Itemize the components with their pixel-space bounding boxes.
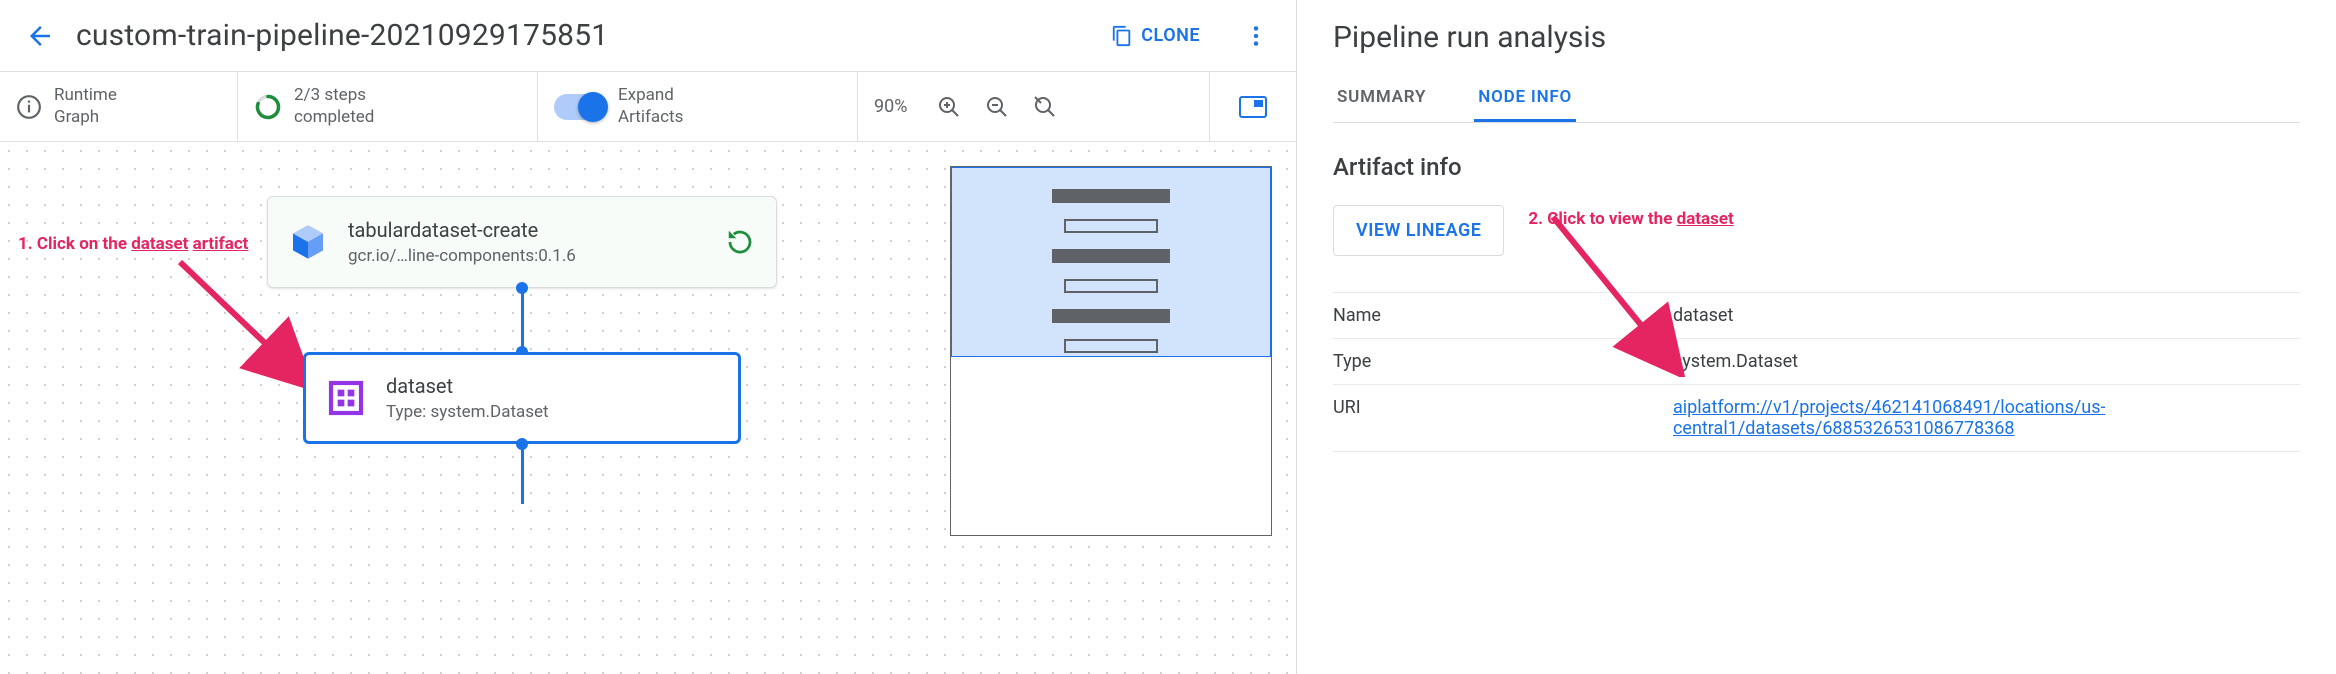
annotation-2-arrow <box>1533 207 1713 377</box>
graph-edge-port <box>516 438 528 450</box>
node-rerun-button[interactable] <box>722 224 758 260</box>
node-title: tabulardataset-create <box>348 218 704 242</box>
toggle-minimap-button[interactable] <box>1239 93 1267 121</box>
expand-artifacts-toggle[interactable] <box>554 94 606 120</box>
clone-icon <box>1111 25 1133 47</box>
minimap-node <box>1064 339 1158 353</box>
minimap-node <box>1052 189 1170 203</box>
arrow-left-icon <box>25 21 55 51</box>
node-title: dataset <box>386 374 720 398</box>
graph-edge-port <box>516 282 528 294</box>
steps-completed-label: 2/3 steps completed <box>294 85 374 128</box>
section-heading-artifact-info: Artifact info <box>1333 153 2300 181</box>
clone-button-label: CLONE <box>1141 25 1200 46</box>
node-dataset-artifact[interactable]: dataset Type: system.Dataset <box>303 352 741 444</box>
minimap-node <box>1064 279 1158 293</box>
node-subtitle: gcr.io/…line-components:0.1.6 <box>348 246 704 266</box>
info-icon <box>16 94 42 120</box>
tab-node-info[interactable]: NODE INFO <box>1474 73 1576 122</box>
expand-artifacts-label: Expand Artifacts <box>618 85 683 128</box>
table-row: URI aiplatform://v1/projects/46214106849… <box>1333 385 2300 452</box>
table-row: Type system.Dataset <box>1333 339 2300 385</box>
view-lineage-button[interactable]: VIEW LINEAGE <box>1333 205 1504 256</box>
zoom-out-icon <box>985 95 1009 119</box>
tab-summary[interactable]: SUMMARY <box>1333 73 1430 122</box>
more-vert-icon <box>1243 23 1269 49</box>
progress-icon <box>254 93 282 121</box>
minimap-node <box>1052 249 1170 263</box>
cube-icon <box>286 220 330 264</box>
minimap-node <box>1052 309 1170 323</box>
prop-name-value: dataset <box>1673 293 2300 339</box>
graph-edge <box>521 444 524 504</box>
zoom-out-button[interactable] <box>983 93 1011 121</box>
minimap[interactable] <box>950 166 1272 536</box>
runtime-graph-label: Runtime Graph <box>54 85 117 128</box>
zoom-in-button[interactable] <box>935 93 963 121</box>
node-subtitle: Type: system.Dataset <box>386 402 720 422</box>
pipeline-graph-canvas[interactable]: 1. Click on the dataset artifact tabular… <box>0 142 1296 674</box>
table-row: Name dataset <box>1333 293 2300 339</box>
retry-icon <box>725 227 755 257</box>
right-panel-title: Pipeline run analysis <box>1333 0 2300 73</box>
more-menu-button[interactable] <box>1232 12 1280 60</box>
prop-uri-link[interactable]: aiplatform://v1/projects/462141068491/lo… <box>1673 397 2105 439</box>
zoom-reset-icon <box>1033 95 1057 119</box>
zoom-reset-button[interactable] <box>1031 93 1059 121</box>
minimap-node <box>1064 219 1158 233</box>
prop-uri-label: URI <box>1333 385 1673 452</box>
zoom-percent: 90% <box>874 96 915 117</box>
dataset-icon <box>324 376 368 420</box>
back-button[interactable] <box>16 12 64 60</box>
graph-edge <box>521 288 524 352</box>
minimap-icon <box>1239 96 1267 118</box>
node-tabulardataset-create[interactable]: tabulardataset-create gcr.io/…line-compo… <box>267 196 777 288</box>
annotation-1: 1. Click on the dataset artifact <box>18 234 248 254</box>
clone-button[interactable]: CLONE <box>1095 15 1216 57</box>
page-title: custom-train-pipeline-20210929175851 <box>76 18 1095 53</box>
artifact-properties-table: Name dataset Type system.Dataset URI aip… <box>1333 292 2300 452</box>
prop-type-value: system.Dataset <box>1673 339 2300 385</box>
zoom-in-icon <box>937 95 961 119</box>
